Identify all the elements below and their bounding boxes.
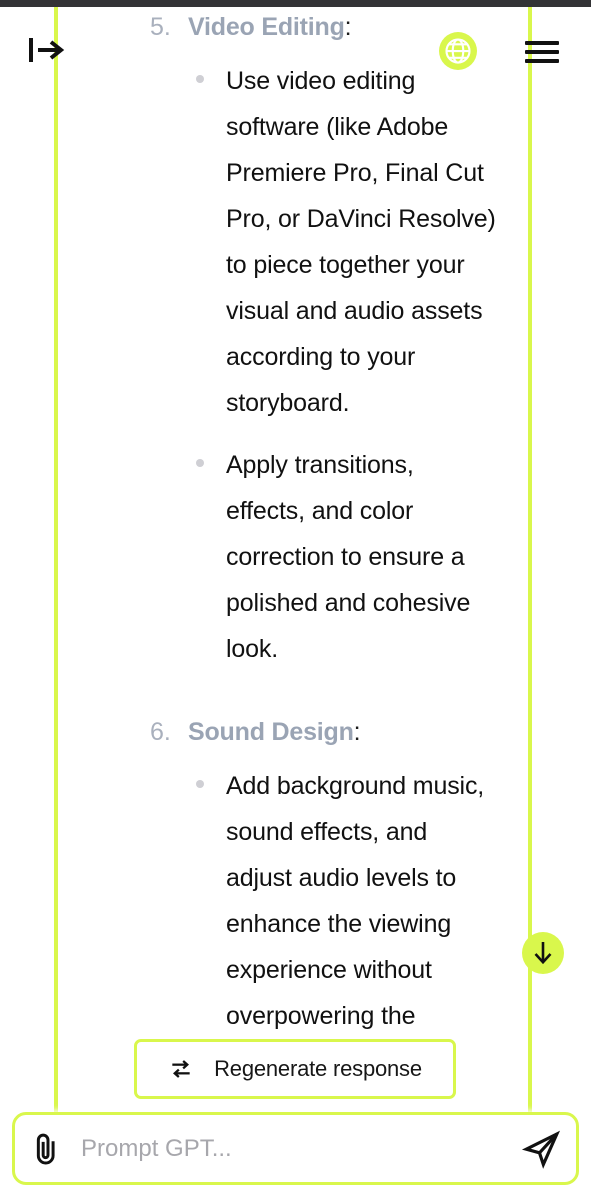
list-number: 6.: [150, 718, 171, 746]
send-message-button[interactable]: [506, 1129, 576, 1169]
left-guide-rail: [54, 7, 58, 1112]
bullet-dot-icon: [196, 459, 204, 467]
list-title: Sound Design: [188, 718, 354, 746]
prompt-input[interactable]: [77, 1134, 506, 1163]
bullet-text: Apply transitions, effects, and color co…: [226, 451, 471, 663]
list-item: Use video editing software (like Adobe P…: [0, 58, 529, 426]
hamburger-menu-icon: [525, 41, 559, 63]
open-sidebar-arrow-icon: [29, 38, 65, 62]
regenerate-response-label: Regenerate response: [214, 1056, 422, 1081]
assistant-message: 5. Video Editing: Use video editing soft…: [0, 13, 591, 1085]
bullet-dot-icon: [196, 780, 204, 788]
sidebar-toggle-button[interactable]: [22, 28, 70, 72]
conversation-scroll-area[interactable]: 5. Video Editing: Use video editing soft…: [0, 7, 591, 1112]
attach-file-button[interactable]: [15, 1130, 77, 1168]
send-paper-plane-icon: [521, 1130, 561, 1169]
paperclip-icon: [36, 1133, 55, 1164]
list-number: 5.: [150, 13, 171, 41]
list-colon: :: [353, 718, 361, 746]
bullet-text: Use video editing software (like Adobe P…: [226, 67, 496, 417]
globe-icon: [439, 32, 477, 70]
prompt-composer: [12, 1112, 579, 1185]
bullet-text: Add background music, sound effects, and…: [226, 772, 485, 1076]
refresh-loop-icon: [172, 1060, 190, 1078]
list-item-heading: 6. Sound Design:: [0, 718, 529, 747]
list-item: Add background music, sound effects, and…: [0, 763, 529, 1085]
list-colon: :: [344, 13, 352, 41]
system-status-bar: [0, 0, 591, 7]
arrow-down-icon: [534, 942, 552, 965]
scroll-to-bottom-button[interactable]: [522, 932, 564, 974]
chat-app-screen: 5. Video Editing: Use video editing soft…: [0, 0, 591, 1200]
regenerate-response-button[interactable]: Regenerate response: [134, 1039, 456, 1099]
bullet-dot-icon: [196, 75, 204, 83]
list-title: Video Editing: [188, 13, 345, 41]
globe-language-button[interactable]: [437, 30, 479, 72]
bottom-gutter: [0, 1188, 591, 1200]
hamburger-menu-button[interactable]: [518, 30, 566, 74]
list-item: Apply transitions, effects, and color co…: [0, 442, 529, 672]
